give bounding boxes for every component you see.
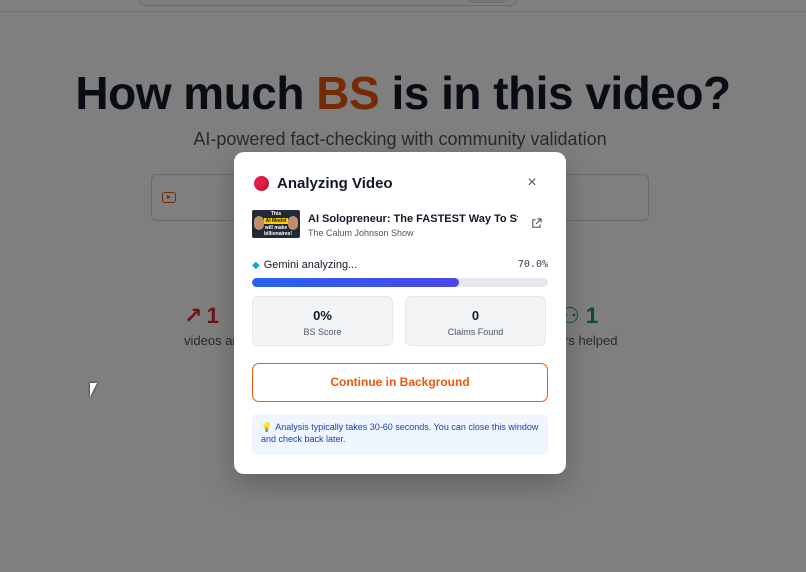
video-info: This AI Model will make billionaires! AI… (252, 210, 548, 240)
modal-title: Analyzing Video (277, 175, 393, 192)
analyzing-modal: Analyzing Video × This AI Model will mak… (234, 152, 566, 474)
video-title: AI Solopreneur: The FASTEST Way To Sta..… (308, 213, 518, 225)
bs-score-label: BS Score (303, 327, 342, 337)
bs-score-value: 0% (313, 308, 332, 323)
claims-found-card: 0 Claims Found (405, 296, 546, 346)
progress-percent: 70.0% (517, 259, 548, 270)
claims-found-label: Claims Found (447, 327, 504, 337)
progress-bar (252, 278, 548, 287)
close-icon[interactable]: × (524, 174, 540, 192)
thumb-text: AI Model (264, 218, 288, 224)
lightbulb-icon: 💡 (261, 422, 273, 432)
gem-icon: ◆ (252, 260, 260, 271)
video-thumbnail: This AI Model will make billionaires! (252, 210, 300, 238)
video-channel: The Calum Johnson Show (308, 228, 414, 238)
claims-found-value: 0 (471, 308, 480, 323)
info-text: Analysis typically takes 30-60 seconds. … (261, 422, 539, 444)
progress-fill (252, 278, 460, 287)
progress-label: ◆ Gemini analyzing... (252, 259, 357, 271)
modal-header: Analyzing Video × (254, 174, 546, 194)
info-note: 💡 Analysis typically takes 30-60 seconds.… (252, 414, 548, 455)
external-link-icon[interactable] (531, 218, 542, 229)
progress-label-text: Gemini analyzing... (263, 259, 358, 271)
bs-score-card: 0% BS Score (252, 296, 393, 346)
continue-in-background-button[interactable]: Continue in Background (252, 363, 548, 402)
thumb-text: This (270, 211, 282, 217)
mouse-cursor (90, 383, 97, 397)
thumb-text: will make billionaires! (264, 225, 293, 237)
record-dot-icon (254, 176, 269, 191)
